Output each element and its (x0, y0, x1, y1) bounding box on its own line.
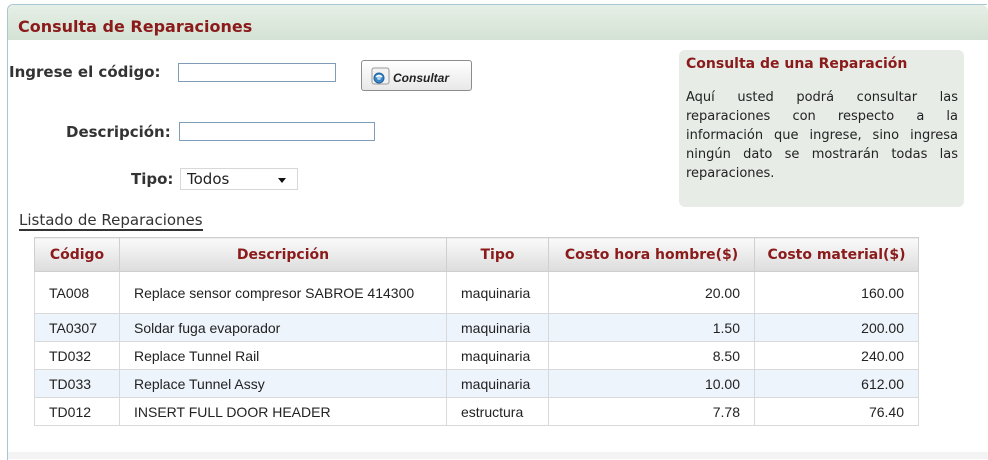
column-header-costo-hora[interactable]: Costo hora hombre($) (548, 237, 755, 272)
consultar-button-label: Consultar (393, 70, 450, 85)
column-header-descripcion[interactable]: Descripción (119, 237, 447, 272)
cell-costo-hora: 10.00 (548, 369, 755, 398)
codigo-label: Ingrese el código: (9, 63, 161, 81)
table-row[interactable]: TD012 INSERT FULL DOOR HEADER estructura… (34, 397, 919, 426)
table-header-row: Código Descripción Tipo Costo hora hombr… (34, 237, 919, 272)
info-title: Consulta de una Reparación (686, 56, 908, 72)
cell-costo-hora: 20.00 (548, 271, 755, 314)
cell-tipo: estructura (446, 397, 549, 426)
cell-descripcion: Replace Tunnel Assy (119, 369, 447, 398)
table-row[interactable]: TA0307 Soldar fuga evaporador maquinaria… (34, 313, 919, 342)
table-row[interactable]: TD033 Replace Tunnel Assy maquinaria 10.… (34, 369, 919, 398)
cell-codigo: TD012 (34, 397, 120, 426)
cell-codigo: TA0307 (34, 313, 120, 342)
cell-costo-material: 200.00 (754, 313, 919, 342)
cell-tipo: maquinaria (446, 341, 549, 370)
cell-tipo: maquinaria (446, 313, 549, 342)
cell-costo-hora: 8.50 (548, 341, 755, 370)
cell-descripcion: Soldar fuga evaporador (119, 313, 447, 342)
cell-codigo: TD033 (34, 369, 120, 398)
descripcion-label: Descripción: (66, 123, 171, 141)
cell-tipo: maquinaria (446, 369, 549, 398)
cell-costo-hora: 1.50 (548, 313, 755, 342)
column-header-costo-material[interactable]: Costo material($) (754, 237, 919, 272)
cell-costo-material: 160.00 (754, 271, 919, 314)
consultar-button[interactable]: Consultar (361, 60, 472, 91)
column-header-codigo[interactable]: Código (34, 237, 120, 272)
cell-costo-material: 240.00 (754, 341, 919, 370)
cell-costo-material: 76.40 (754, 397, 919, 426)
chevron-down-icon (278, 178, 286, 183)
cell-descripcion: INSERT FULL DOOR HEADER (119, 397, 447, 426)
cell-codigo: TD032 (34, 341, 120, 370)
page-title: Consulta de Reparaciones (18, 17, 253, 36)
tipo-label: Tipo: (131, 170, 174, 188)
cell-costo-hora: 7.78 (548, 397, 755, 426)
table-row[interactable]: TA008 Replace sensor compresor SABROE 41… (34, 271, 919, 314)
reparaciones-table: Código Descripción Tipo Costo hora hombr… (34, 237, 919, 426)
cell-codigo: TA008 (34, 271, 120, 314)
listado-title: Listado de Reparaciones (19, 211, 203, 231)
bottom-divider (8, 452, 988, 459)
cell-descripcion: Replace Tunnel Rail (119, 341, 447, 370)
table-row[interactable]: TD032 Replace Tunnel Rail maquinaria 8.5… (34, 341, 919, 370)
column-header-tipo[interactable]: Tipo (446, 237, 549, 272)
tipo-selected-value: Todos (187, 170, 230, 188)
tipo-select[interactable]: Todos (180, 168, 298, 190)
descripcion-input[interactable] (179, 122, 375, 141)
cell-costo-material: 612.00 (754, 369, 919, 398)
info-body: Aquí usted podrá consultar las reparacio… (686, 90, 958, 181)
search-globe-icon (371, 66, 391, 86)
cell-tipo: maquinaria (446, 271, 549, 314)
codigo-input[interactable] (178, 63, 336, 82)
cell-descripcion: Replace sensor compresor SABROE 414300 (119, 271, 447, 314)
